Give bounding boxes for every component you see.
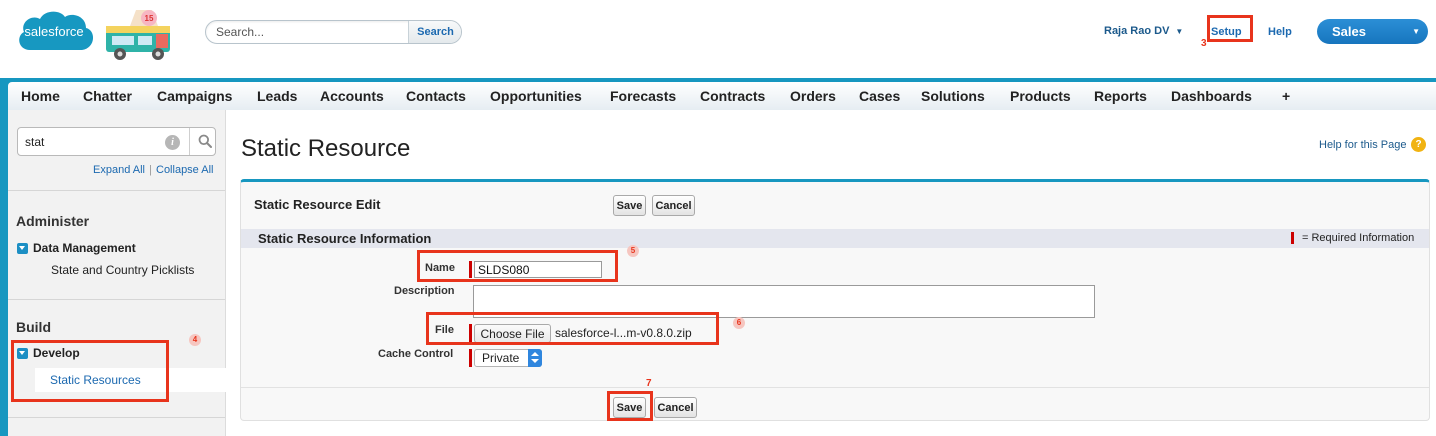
select-arrows-icon bbox=[528, 349, 542, 367]
user-menu[interactable]: Raja Rao DV ▼ bbox=[1104, 25, 1183, 37]
collapse-all-link[interactable]: Collapse All bbox=[156, 164, 213, 176]
annotation-box-save bbox=[607, 391, 653, 421]
tab-bar: Home Chatter Campaigns Leads Accounts Co… bbox=[0, 78, 1436, 110]
info-icon[interactable]: i bbox=[165, 135, 180, 150]
search-icon[interactable] bbox=[198, 134, 212, 148]
annotation-step-7: 7 bbox=[646, 378, 652, 389]
annotation-step-6: 6 bbox=[733, 317, 745, 329]
save-button-top[interactable]: Save bbox=[613, 195, 646, 216]
tab-contracts[interactable]: Contracts bbox=[700, 88, 765, 104]
search-button[interactable]: Search bbox=[408, 21, 461, 43]
tab-strip: Home Chatter Campaigns Leads Accounts Co… bbox=[8, 82, 1436, 110]
tree-item-data-management[interactable]: Data Management bbox=[33, 241, 136, 255]
section-title: Static Resource Information bbox=[258, 231, 432, 246]
help-for-page-link[interactable]: Help for this Page bbox=[1319, 139, 1406, 151]
tab-opportunities[interactable]: Opportunities bbox=[490, 88, 582, 104]
section-header: Static Resource Information = Required I… bbox=[241, 229, 1429, 248]
divider bbox=[189, 128, 190, 155]
required-info-legend: = Required Information bbox=[1302, 232, 1415, 244]
tab-leads[interactable]: Leads bbox=[257, 88, 297, 104]
tab-campaigns[interactable]: Campaigns bbox=[157, 88, 232, 104]
cache-control-label: Cache Control bbox=[378, 348, 454, 360]
required-marker bbox=[1291, 232, 1294, 244]
global-search: Search bbox=[205, 20, 462, 44]
link-separator: | bbox=[149, 164, 152, 176]
tab-contacts[interactable]: Contacts bbox=[406, 88, 466, 104]
annotation-box-file bbox=[426, 312, 719, 345]
expand-all-link[interactable]: Expand All bbox=[93, 164, 145, 176]
logo-text: salesforce bbox=[24, 24, 83, 39]
required-marker bbox=[469, 349, 472, 367]
quick-find: i bbox=[17, 127, 216, 156]
divider bbox=[8, 190, 225, 191]
collapse-toggle-icon[interactable] bbox=[17, 243, 28, 254]
tab-reports[interactable]: Reports bbox=[1094, 88, 1147, 104]
annotation-box-develop bbox=[11, 340, 169, 402]
tab-home[interactable]: Home bbox=[21, 88, 60, 104]
tab-solutions[interactable]: Solutions bbox=[921, 88, 985, 104]
help-icon[interactable]: ? bbox=[1411, 137, 1426, 152]
annotation-box-setup bbox=[1207, 15, 1253, 42]
add-tab-button[interactable]: + bbox=[1282, 88, 1290, 104]
description-label: Description bbox=[394, 285, 455, 297]
cache-control-value: Private bbox=[482, 351, 520, 365]
tab-cases[interactable]: Cases bbox=[859, 88, 900, 104]
app-switcher[interactable]: Sales ▼ bbox=[1317, 19, 1428, 44]
tab-products[interactable]: Products bbox=[1010, 88, 1071, 104]
edit-panel: Static Resource Edit Save Cancel Static … bbox=[240, 179, 1430, 421]
food-truck-doodle: 15 bbox=[106, 10, 170, 60]
cache-control-select[interactable]: Private bbox=[474, 349, 542, 367]
divider bbox=[241, 387, 1429, 388]
cancel-button-bottom[interactable]: Cancel bbox=[654, 397, 697, 418]
annotation-step-3: 3 bbox=[1201, 38, 1207, 49]
tree-item-state-country-picklists[interactable]: State and Country Picklists bbox=[51, 263, 194, 277]
doodle-badge: 15 bbox=[145, 14, 154, 23]
panel-title: Static Resource Edit bbox=[254, 197, 381, 212]
annotation-step-4: 4 bbox=[189, 334, 201, 346]
user-name: Raja Rao DV bbox=[1104, 25, 1170, 37]
tab-forecasts[interactable]: Forecasts bbox=[610, 88, 676, 104]
salesforce-logo[interactable]: salesforce bbox=[14, 6, 96, 58]
section-heading-administer: Administer bbox=[16, 213, 90, 229]
annotation-box-name bbox=[417, 250, 618, 282]
section-heading-build: Build bbox=[16, 319, 51, 335]
annotation-step-5: 5 bbox=[627, 245, 639, 257]
divider bbox=[8, 417, 225, 418]
left-accent-bar bbox=[0, 110, 8, 436]
divider bbox=[8, 299, 225, 300]
app-name: Sales bbox=[1332, 24, 1366, 39]
page-title: Static Resource bbox=[241, 135, 411, 162]
chevron-down-icon: ▼ bbox=[1175, 27, 1184, 36]
search-input[interactable] bbox=[206, 21, 408, 43]
tab-accounts[interactable]: Accounts bbox=[320, 88, 384, 104]
cancel-button-top[interactable]: Cancel bbox=[652, 195, 695, 216]
chevron-down-icon: ▼ bbox=[1412, 27, 1420, 36]
tab-orders[interactable]: Orders bbox=[790, 88, 836, 104]
help-link[interactable]: Help bbox=[1268, 26, 1292, 38]
quick-find-input[interactable] bbox=[25, 134, 155, 150]
tab-chatter[interactable]: Chatter bbox=[83, 88, 132, 104]
tab-dashboards[interactable]: Dashboards bbox=[1171, 88, 1252, 104]
